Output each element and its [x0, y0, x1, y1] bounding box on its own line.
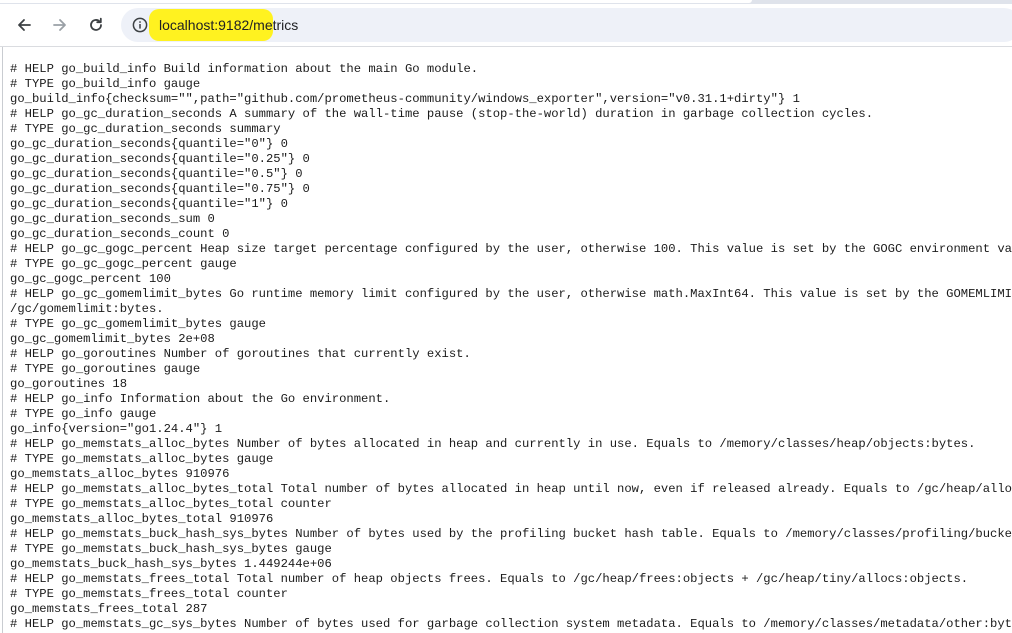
metrics-line: go_memstats_buck_hash_sys_bytes 1.449244…: [10, 557, 332, 571]
metrics-line: go_gc_duration_seconds{quantile="0"} 0: [10, 137, 288, 151]
metrics-line: go_gc_gomemlimit_bytes 2e+08: [10, 332, 215, 346]
metrics-line: # HELP go_memstats_frees_total Total num…: [10, 572, 969, 586]
metrics-line: # HELP go_memstats_alloc_bytes_total Tot…: [10, 482, 1012, 496]
metrics-line: go_info{version="go1.24.4"} 1: [10, 422, 223, 436]
metrics-line: go_gc_duration_seconds{quantile="0.75"} …: [10, 182, 310, 196]
metrics-line: # HELP go_memstats_gc_sys_bytes Number o…: [10, 617, 1012, 631]
metrics-line: go_gc_duration_seconds{quantile="1"} 0: [10, 197, 288, 211]
metrics-line: go_memstats_frees_total 287: [10, 602, 208, 616]
back-button[interactable]: [8, 9, 40, 41]
metrics-line: # HELP go_goroutines Number of goroutine…: [10, 347, 471, 361]
metrics-line: # TYPE go_memstats_buck_hash_sys_bytes g…: [10, 542, 332, 556]
metrics-line: # HELP go_memstats_alloc_bytes Number of…: [10, 437, 976, 451]
metrics-line: go_memstats_alloc_bytes_total 910976: [10, 512, 274, 526]
metrics-line: /gc/gomemlimit:bytes.: [10, 302, 164, 316]
metrics-line: go_gc_duration_seconds_count 0: [10, 227, 230, 241]
metrics-line: # HELP go_gc_duration_seconds A summary …: [10, 107, 874, 121]
url-text[interactable]: localhost:9182/metrics: [159, 8, 298, 42]
info-circle-icon[interactable]: [131, 16, 149, 34]
metrics-line: # TYPE go_goroutines gauge: [10, 362, 201, 376]
metrics-line: go_memstats_alloc_bytes 910976: [10, 467, 230, 481]
metrics-line: go_gc_gogc_percent 100: [10, 272, 171, 286]
metrics-line: go_gc_duration_seconds_sum 0: [10, 212, 215, 226]
metrics-line: # TYPE go_memstats_alloc_bytes gauge: [10, 452, 274, 466]
metrics-line: # TYPE go_build_info gauge: [10, 77, 201, 91]
metrics-line: # HELP go_memstats_buck_hash_sys_bytes N…: [10, 527, 1012, 541]
metrics-line: go_gc_duration_seconds{quantile="0.5"} 0: [10, 167, 303, 181]
active-tab-edge: [0, 0, 752, 3]
metrics-line: # HELP go_gc_gogc_percent Heap size targ…: [10, 242, 1012, 256]
metrics-line: # TYPE go_memstats_frees_total counter: [10, 587, 288, 601]
metrics-line: # TYPE go_memstats_alloc_bytes_total cou…: [10, 497, 332, 511]
metrics-plaintext: # HELP go_build_info Build information a…: [10, 62, 1012, 632]
metrics-line: # TYPE go_gc_gomemlimit_bytes gauge: [10, 317, 266, 331]
address-bar[interactable]: localhost:9182/metrics: [121, 8, 1012, 42]
metrics-line: # HELP go_build_info Build information a…: [10, 62, 479, 76]
reload-icon: [90, 17, 102, 31]
metrics-line: # TYPE go_info gauge: [10, 407, 157, 421]
page-viewport[interactable]: # HELP go_build_info Build information a…: [2, 47, 1012, 633]
metrics-line: # HELP go_info Information about the Go …: [10, 392, 391, 406]
arrow-left-icon: [18, 19, 31, 31]
metrics-line: # HELP go_gc_gomemlimit_bytes Go runtime…: [10, 287, 1012, 301]
metrics-line: # TYPE go_gc_gogc_percent gauge: [10, 257, 237, 271]
metrics-line: go_build_info{checksum="",path="github.c…: [10, 92, 800, 106]
metrics-line: go_gc_duration_seconds{quantile="0.25"} …: [10, 152, 310, 166]
reload-button[interactable]: [80, 9, 112, 41]
browser-toolbar: localhost:9182/metrics: [0, 4, 1012, 47]
forward-button[interactable]: [44, 9, 76, 41]
metrics-line: # TYPE go_gc_duration_seconds summary: [10, 122, 281, 136]
metrics-line: go_goroutines 18: [10, 377, 128, 391]
arrow-right-icon: [53, 19, 66, 31]
